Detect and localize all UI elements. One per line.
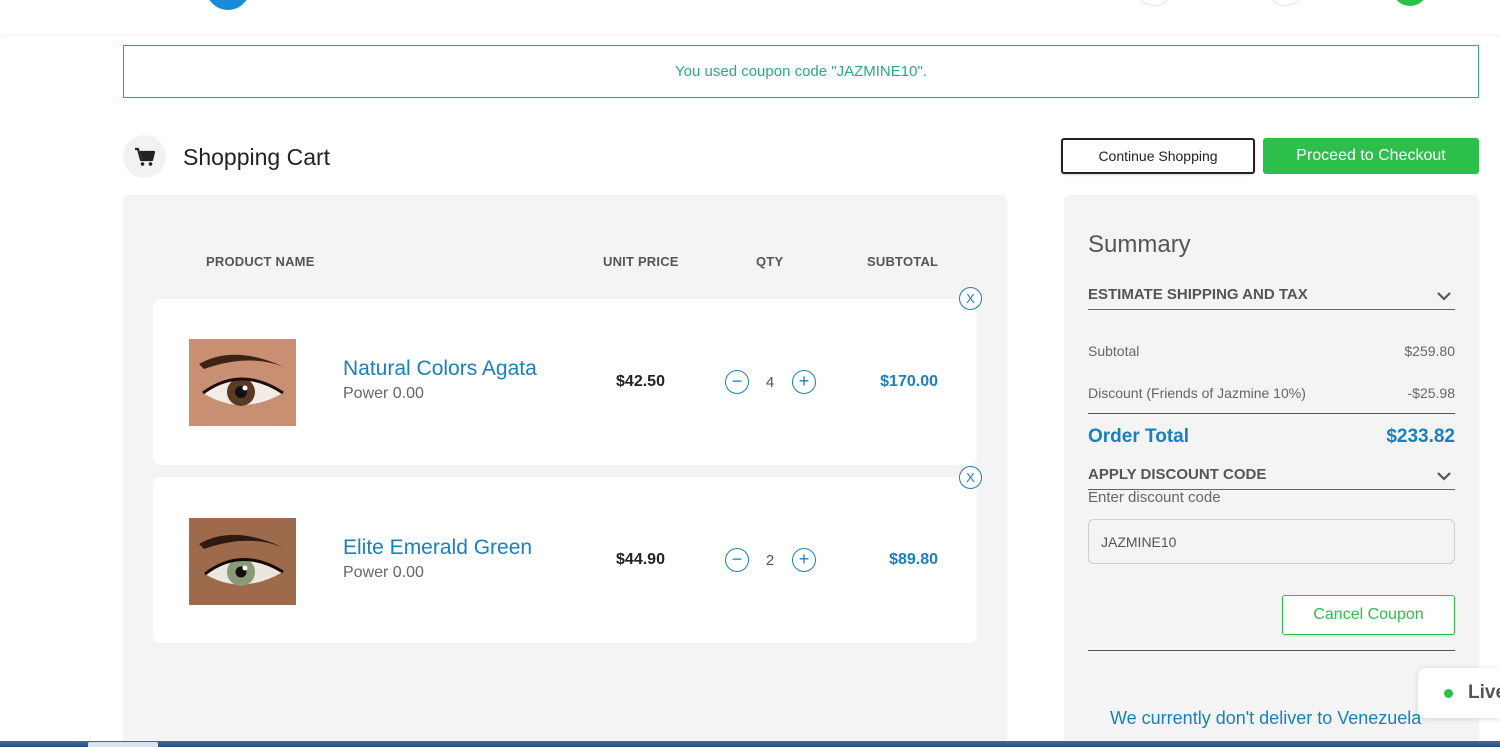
summary-subtotal-row: Subtotal $259.80 <box>1088 343 1455 359</box>
line-subtotal: $170.00 <box>880 373 938 390</box>
summary-divider <box>1088 650 1455 651</box>
header-icon-button[interactable] <box>1269 0 1303 6</box>
cart-item-row: Elite Emerald Green Power 0.00 $44.90 − … <box>153 477 977 643</box>
product-image[interactable] <box>189 518 296 605</box>
remove-item-button[interactable]: X <box>959 287 982 310</box>
qty-value: 2 <box>765 552 775 569</box>
header-cart-badge[interactable] <box>1392 0 1428 6</box>
product-image[interactable] <box>189 339 296 426</box>
unit-price: $44.90 <box>616 551 665 568</box>
cart-item-row: Natural Colors Agata Power 0.00 $42.50 −… <box>153 299 977 465</box>
order-total-row: Order Total $233.82 <box>1088 426 1455 448</box>
subtotal-value: $259.80 <box>1404 343 1455 359</box>
taskbar-button[interactable] <box>88 742 158 747</box>
cart-items-panel <box>123 195 1007 747</box>
summary-divider <box>1088 413 1455 414</box>
coupon-success-banner: You used coupon code "JAZMINE10". <box>123 45 1479 98</box>
remove-item-button[interactable]: X <box>959 466 982 489</box>
cancel-coupon-button[interactable]: Cancel Coupon <box>1282 595 1455 635</box>
column-header-unit-price: UNIT PRICE <box>603 254 679 269</box>
live-chat-button[interactable]: Live <box>1418 668 1500 718</box>
coupon-banner-text: You used coupon code "JAZMINE10". <box>675 63 927 80</box>
top-header <box>0 0 1500 34</box>
qty-decrease-button[interactable]: − <box>725 370 749 394</box>
product-power: Power 0.00 <box>343 564 424 581</box>
apply-discount-accordion[interactable]: APPLY DISCOUNT CODE <box>1088 466 1455 490</box>
qty-increase-button[interactable]: + <box>792 548 816 572</box>
discount-value: -$25.98 <box>1407 385 1455 401</box>
line-subtotal: $89.80 <box>889 551 938 568</box>
estimate-shipping-label: ESTIMATE SHIPPING AND TAX <box>1088 286 1308 303</box>
os-taskbar <box>0 741 1500 747</box>
subtotal-label: Subtotal <box>1088 343 1140 359</box>
page-title: Shopping Cart <box>183 144 331 170</box>
delivery-notice: We currently don't deliver to Venezuela <box>1110 708 1422 728</box>
qty-increase-button[interactable]: + <box>792 370 816 394</box>
order-total-label: Order Total <box>1088 426 1189 447</box>
summary-title: Summary <box>1088 231 1191 258</box>
column-header-subtotal: SUBTOTAL <box>867 254 939 269</box>
column-header-product-name: PRODUCT NAME <box>206 254 315 269</box>
order-total-value: $233.82 <box>1386 426 1455 447</box>
discount-label: Discount (Friends of Jazmine 10%) <box>1088 385 1306 401</box>
chevron-down-icon <box>1437 468 1451 485</box>
logo-badge[interactable] <box>206 0 250 10</box>
summary-discount-row: Discount (Friends of Jazmine 10%) -$25.9… <box>1088 385 1455 401</box>
apply-discount-label: APPLY DISCOUNT CODE <box>1088 466 1267 483</box>
online-status-icon <box>1444 689 1453 698</box>
cart-icon <box>123 135 166 178</box>
proceed-to-checkout-button[interactable]: Proceed to Checkout <box>1263 138 1479 174</box>
chevron-down-icon <box>1437 288 1451 305</box>
continue-shopping-button[interactable]: Continue Shopping <box>1061 138 1255 174</box>
estimate-shipping-accordion[interactable]: ESTIMATE SHIPPING AND TAX <box>1088 286 1455 310</box>
product-name-link[interactable]: Elite Emerald Green <box>343 536 532 560</box>
discount-code-label: Enter discount code <box>1088 489 1221 506</box>
live-chat-label: Live <box>1468 682 1500 703</box>
unit-price: $42.50 <box>616 373 665 390</box>
qty-decrease-button[interactable]: − <box>725 548 749 572</box>
header-icon-button[interactable] <box>1137 0 1171 6</box>
product-power: Power 0.00 <box>343 385 424 402</box>
product-name-link[interactable]: Natural Colors Agata <box>343 357 537 381</box>
discount-code-input[interactable] <box>1088 519 1455 564</box>
qty-value: 4 <box>765 374 775 391</box>
column-header-qty: QTY <box>756 254 784 269</box>
